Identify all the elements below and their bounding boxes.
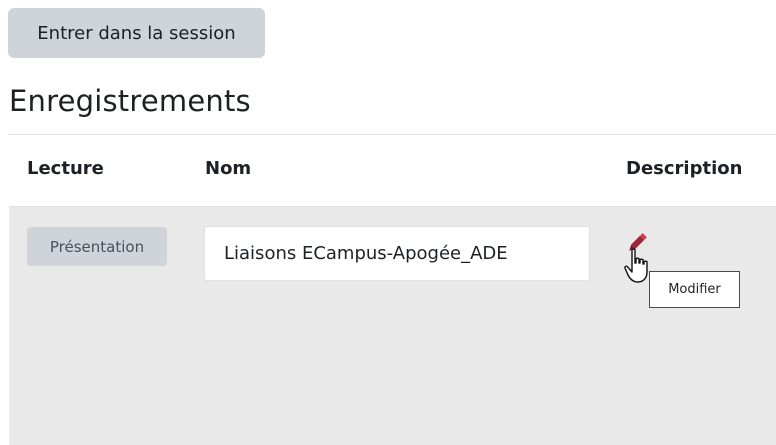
column-header-nom: Nom <box>205 158 252 179</box>
join-session-button[interactable]: Entrer dans la session <box>8 8 265 58</box>
column-header-lecture: Lecture <box>27 158 104 179</box>
page: Entrer dans la session Enregistrements L… <box>0 0 776 445</box>
column-header-description: Description <box>626 158 743 179</box>
recording-name-field[interactable]: Liaisons ECampus-Apogée_ADE <box>204 226 590 281</box>
edit-tooltip: Modifier <box>649 271 740 308</box>
playback-presentation-button[interactable]: Présentation <box>27 227 167 266</box>
recordings-heading: Enregistrements <box>9 84 251 118</box>
heading-divider <box>9 134 776 135</box>
